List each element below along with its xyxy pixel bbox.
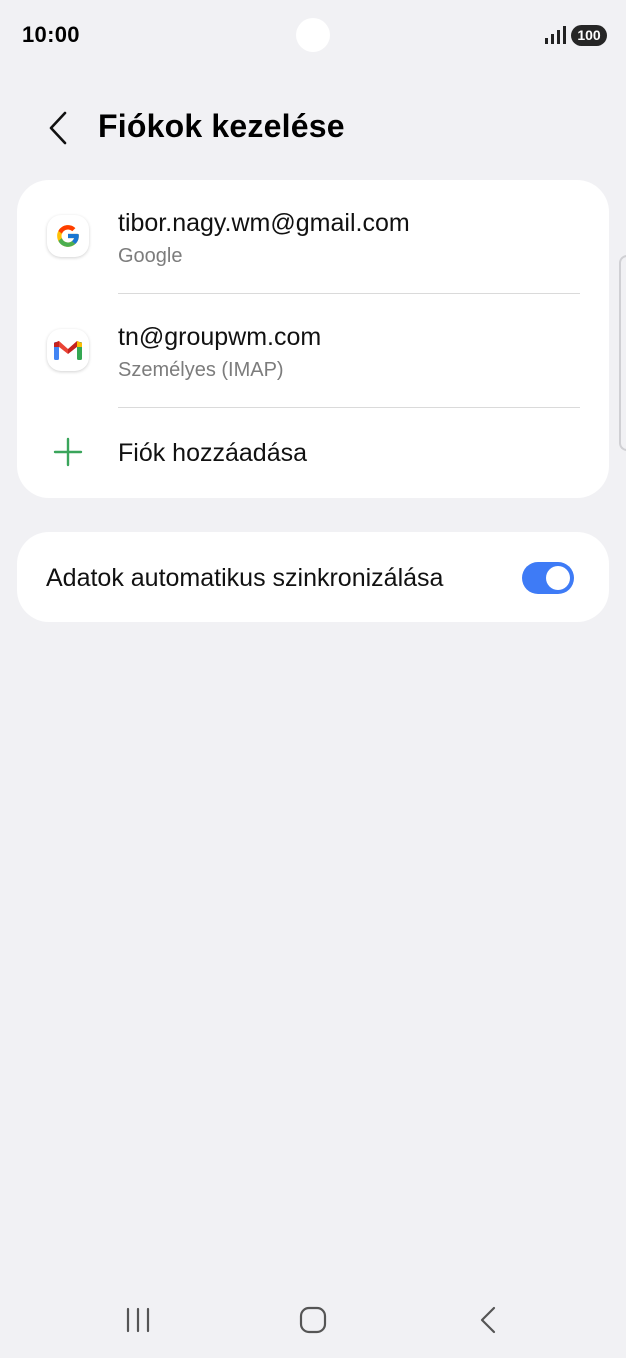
battery-icon: 100 xyxy=(571,25,607,46)
home-icon xyxy=(299,1306,327,1334)
toggle-knob xyxy=(546,566,570,590)
navigation-bar xyxy=(0,1290,626,1350)
add-account-button[interactable]: Fiók hozzáadása xyxy=(17,408,609,498)
recent-apps-icon xyxy=(126,1307,150,1333)
chevron-left-icon xyxy=(49,111,67,145)
status-time: 10:00 xyxy=(22,22,80,47)
battery-level: 100 xyxy=(577,27,601,43)
back-button[interactable] xyxy=(38,106,78,150)
recent-apps-button[interactable] xyxy=(108,1290,168,1350)
home-button[interactable] xyxy=(283,1290,343,1350)
nav-back-button[interactable] xyxy=(458,1290,518,1350)
signal-icon xyxy=(545,26,566,44)
add-account-label: Fiók hozzáadása xyxy=(118,439,308,467)
page-header: Fiókok kezelése xyxy=(0,100,626,156)
accounts-card: tibor.nagy.wm@gmail.com Google tn@groupw… xyxy=(17,180,609,498)
back-icon xyxy=(480,1306,496,1334)
gmail-icon xyxy=(47,329,89,371)
account-email: tn@groupwm.com xyxy=(118,323,322,351)
auto-sync-label: Adatok automatikus szinkronizálása xyxy=(46,564,444,592)
auto-sync-toggle[interactable] xyxy=(522,562,574,594)
sync-card[interactable]: Adatok automatikus szinkronizálása xyxy=(17,532,609,622)
account-type: Google xyxy=(118,245,183,267)
account-item-imap[interactable]: tn@groupwm.com Személyes (IMAP) xyxy=(17,294,609,408)
plus-icon xyxy=(53,437,83,467)
front-camera xyxy=(296,18,330,52)
account-item-google[interactable]: tibor.nagy.wm@gmail.com Google xyxy=(17,180,609,294)
account-type: Személyes (IMAP) xyxy=(118,359,284,381)
status-bar: 10:00 100 xyxy=(0,0,626,70)
account-email: tibor.nagy.wm@gmail.com xyxy=(118,209,410,237)
edge-panel-handle[interactable] xyxy=(619,255,626,451)
google-icon xyxy=(47,215,89,257)
page-title: Fiókok kezelése xyxy=(98,108,345,144)
